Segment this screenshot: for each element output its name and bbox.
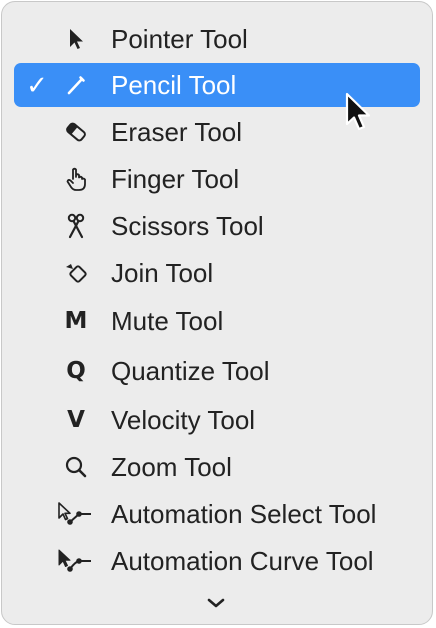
eraser-icon: [54, 110, 98, 154]
menu-item-quantize-tool[interactable]: Q Quantize Tool: [14, 349, 420, 393]
menu-item-join-tool[interactable]: Join Tool: [14, 251, 420, 295]
automation-select-icon: [54, 492, 98, 536]
menu-item-label: Automation Select Tool: [111, 499, 377, 529]
finger-icon: [54, 157, 98, 201]
menu-item-pointer-tool[interactable]: Pointer Tool: [14, 17, 420, 61]
menu-item-label: Pointer Tool: [111, 24, 248, 54]
menu-item-label: Mute Tool: [111, 306, 224, 336]
join-icon: [54, 251, 98, 295]
menu-item-scissors-tool[interactable]: Scissors Tool: [14, 204, 420, 248]
velocity-icon: V: [67, 407, 85, 433]
automation-curve-icon: [54, 539, 98, 583]
menu-item-label: Velocity Tool: [111, 405, 256, 435]
menu-item-velocity-tool[interactable]: V Velocity Tool: [14, 398, 420, 442]
scissors-icon: [54, 204, 98, 248]
pointer-icon: [54, 17, 98, 61]
menu-item-automation-select-tool[interactable]: Automation Select Tool: [14, 492, 420, 536]
menu-item-label: Automation Curve Tool: [111, 546, 374, 576]
mouse-cursor-icon: [344, 92, 374, 134]
menu-item-label: Pencil Tool: [111, 70, 237, 100]
menu-item-label: Scissors Tool: [111, 211, 264, 241]
chevron-down-icon[interactable]: [196, 590, 236, 616]
checkmark-icon: ✓: [26, 69, 48, 100]
menu-item-label: Quantize Tool: [111, 356, 270, 386]
menu-item-automation-curve-tool[interactable]: Automation Curve Tool: [14, 539, 420, 583]
quantize-icon: Q: [66, 358, 86, 384]
menu-item-label: Join Tool: [111, 258, 214, 288]
mute-icon: M: [64, 308, 88, 334]
menu-item-label: Finger Tool: [111, 164, 240, 194]
zoom-icon: [54, 445, 98, 489]
menu-item-mute-tool[interactable]: M Mute Tool: [14, 299, 420, 343]
menu-item-label: Zoom Tool: [111, 452, 232, 482]
pencil-icon: [54, 63, 98, 107]
menu-item-finger-tool[interactable]: Finger Tool: [14, 157, 420, 201]
menu-item-zoom-tool[interactable]: Zoom Tool: [14, 445, 420, 489]
menu-item-label: Eraser Tool: [111, 117, 243, 147]
